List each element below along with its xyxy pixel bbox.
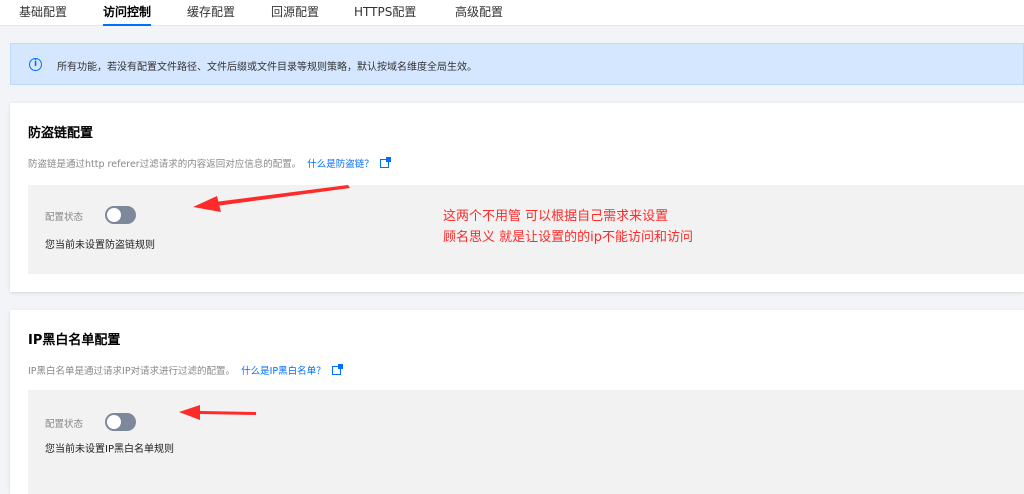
ip-filter-config-title: IP黑白名单配置 bbox=[28, 333, 121, 348]
referer-empty-text: 您当前未设置防盗链规则 bbox=[45, 240, 155, 251]
annotation-line-2: 顾名思义 就是让设置的的ip不能访问和访问 bbox=[443, 230, 693, 245]
ip-filter-config-card: IP黑白名单配置 IP黑白名单是通过请求IP对请求进行过滤的配置。 什么是IP黑白… bbox=[10, 310, 1024, 494]
tab-basic-config[interactable]: 基础配置 bbox=[19, 3, 67, 26]
tab-https-config[interactable]: HTTPS配置 bbox=[354, 3, 416, 26]
what-is-referer-link[interactable]: 什么是防盗链？ bbox=[307, 159, 374, 170]
ip-filter-description-text: IP黑白名单是通过请求IP对请求进行过滤的配置。 bbox=[28, 366, 236, 377]
referer-config-title: 防盗链配置 bbox=[28, 126, 94, 141]
referer-config-card: 防盗链配置 防盗链是通过http referer过滤请求的内容返回对应信息的配置… bbox=[10, 103, 1024, 292]
tab-origin-config[interactable]: 回源配置 bbox=[271, 3, 319, 26]
ip-filter-config-description: IP黑白名单是通过请求IP对请求进行过滤的配置。 什么是IP黑白名单？ bbox=[28, 363, 343, 377]
referer-description-text: 防盗链是通过http referer过滤请求的内容返回对应信息的配置。 bbox=[28, 159, 302, 170]
external-link-icon[interactable] bbox=[331, 364, 343, 375]
tab-bar: 基础配置 访问控制 缓存配置 回源配置 HTTPS配置 高级配置 bbox=[0, 0, 1024, 26]
referer-status-toggle[interactable] bbox=[105, 206, 136, 224]
tab-cache-config[interactable]: 缓存配置 bbox=[187, 3, 235, 26]
ip-filter-empty-text: 您当前未设置IP黑白名单规则 bbox=[45, 444, 174, 455]
info-icon: i bbox=[29, 58, 42, 71]
annotation-line-1: 这两个不用管 可以根据自己需求来设置 bbox=[443, 209, 669, 224]
ip-filter-status-toggle[interactable] bbox=[105, 413, 136, 431]
what-is-ip-filter-link[interactable]: 什么是IP黑白名单？ bbox=[241, 366, 326, 377]
tab-access-control[interactable]: 访问控制 bbox=[103, 3, 152, 26]
referer-config-description: 防盗链是通过http referer过滤请求的内容返回对应信息的配置。 什么是防盗… bbox=[28, 156, 391, 170]
referer-status-label: 配置状态 bbox=[45, 212, 84, 223]
notice-text: 所有功能，若没有配置文件路径、文件后缀或文件目录等规则策略，默认按域名维度全局生… bbox=[57, 62, 477, 73]
annotation-text: 这两个不用管 可以根据自己需求来设置 顾名思义 就是让设置的的ip不能访问和访问 bbox=[443, 206, 693, 248]
ip-filter-status-label: 配置状态 bbox=[45, 419, 84, 430]
info-notice: i 所有功能，若没有配置文件路径、文件后缀或文件目录等规则策略，默认按域名维度全… bbox=[10, 43, 1024, 85]
tab-advanced-config[interactable]: 高级配置 bbox=[455, 3, 503, 26]
ip-filter-status-panel: 配置状态 您当前未设置IP黑白名单规则 bbox=[28, 390, 1024, 494]
external-link-icon[interactable] bbox=[379, 157, 391, 168]
